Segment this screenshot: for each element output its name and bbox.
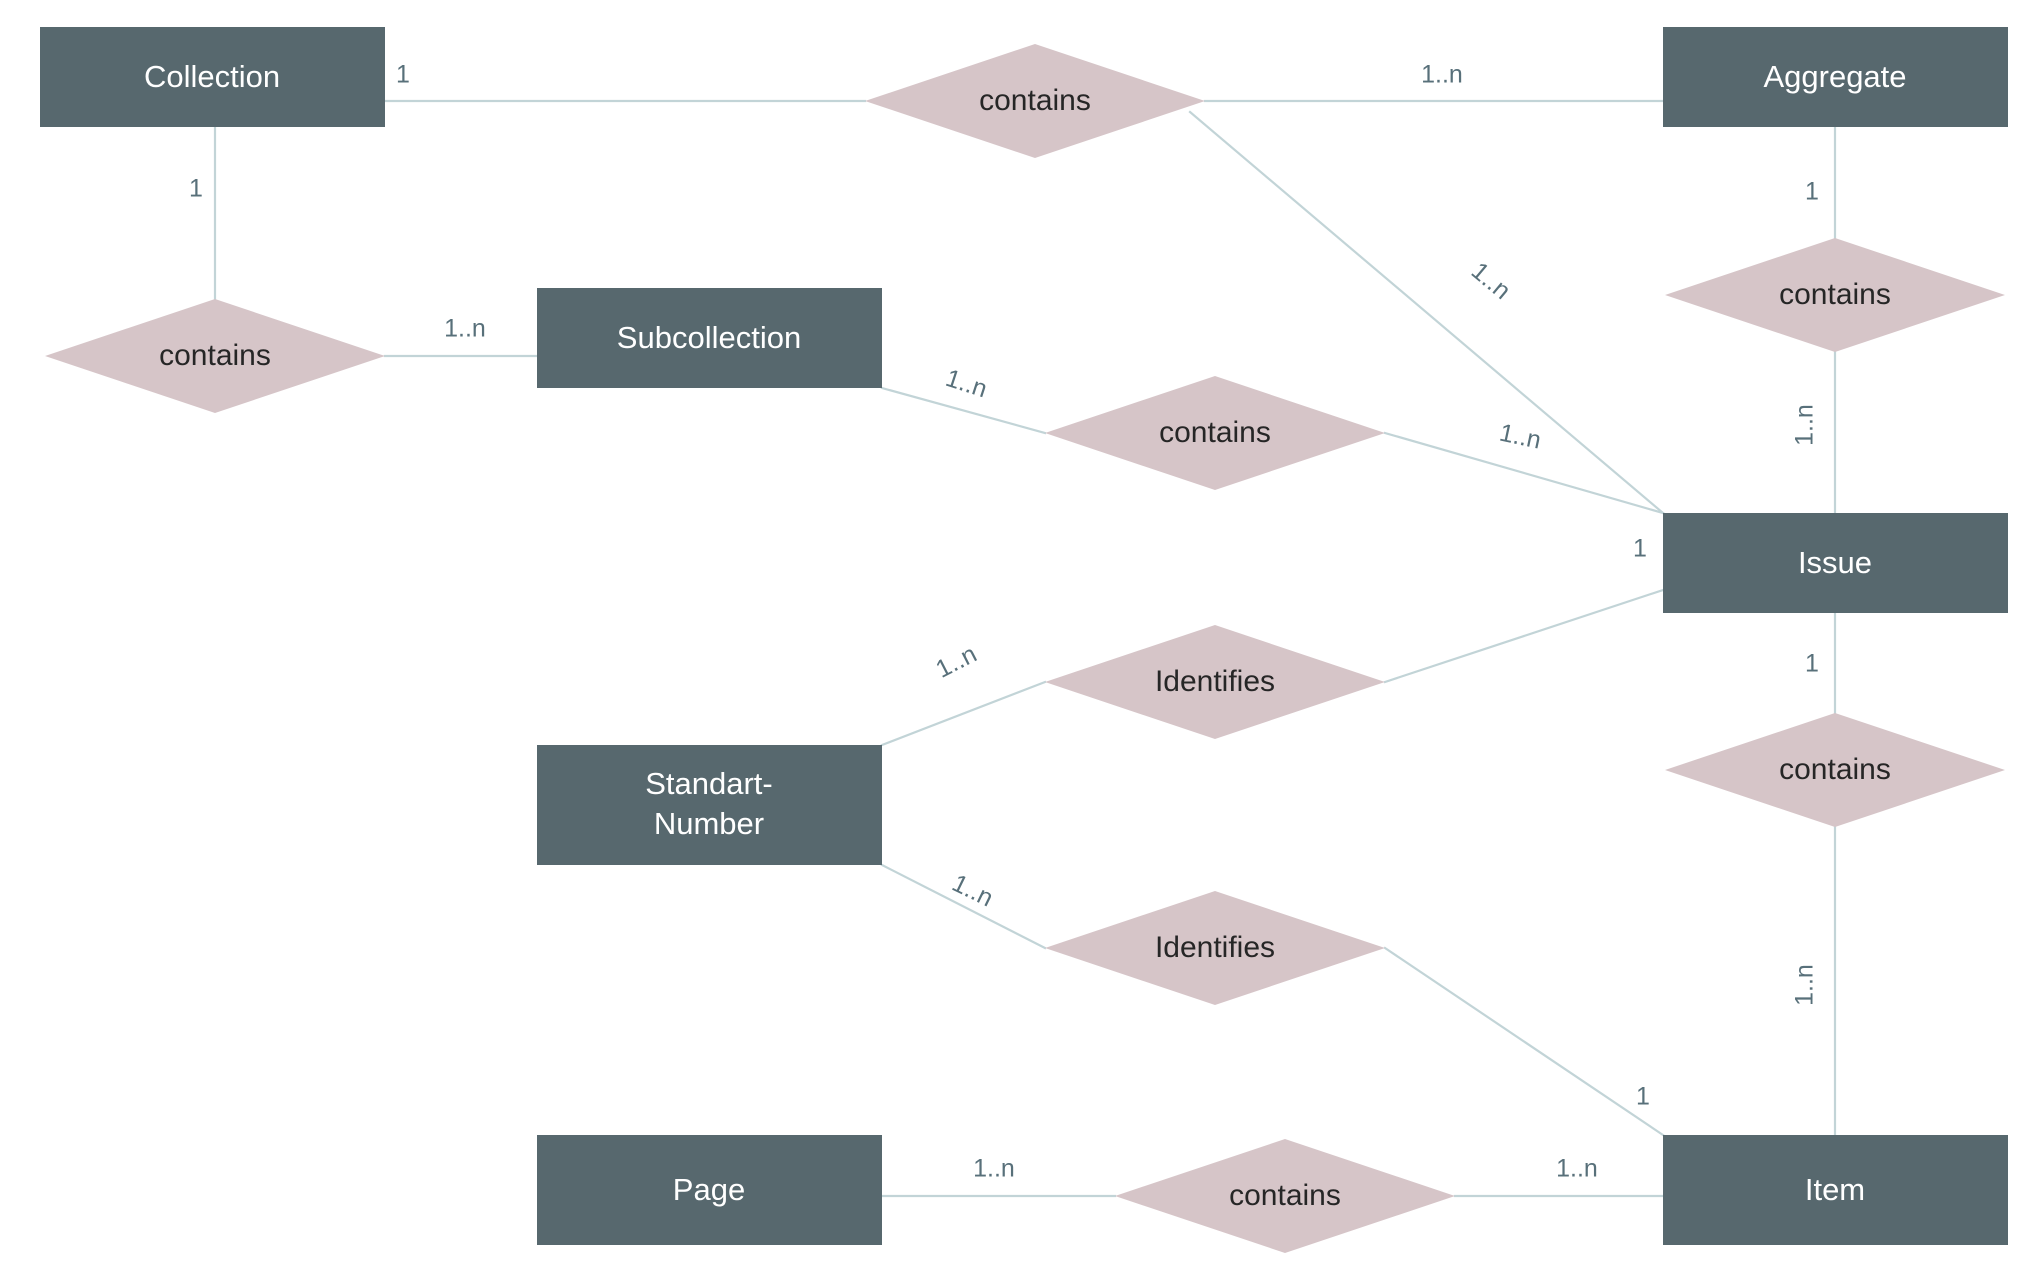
relationship-contains-page-item[interactable]: contains xyxy=(1115,1139,1455,1253)
relationship-label: contains xyxy=(1779,753,1891,786)
entity-label: Issue xyxy=(1798,545,1872,580)
edge-standartnumber-identifies-issue[interactable] xyxy=(880,680,1047,747)
entity-aggregate[interactable]: Aggregate xyxy=(1663,27,2008,127)
cardinality-label: 1..n xyxy=(1791,404,1819,446)
cardinality-label: 1..n xyxy=(931,640,981,684)
relationship-label: Identifies xyxy=(1155,665,1275,698)
edge-identifies-item[interactable] xyxy=(1383,946,1665,1137)
entity-label: Item xyxy=(1805,1172,1865,1207)
relationship-contains-aggregate-issue[interactable]: contains xyxy=(1665,238,2005,352)
cardinality-label: 1..n xyxy=(973,1155,1015,1183)
relationship-contains-collection-aggregate[interactable]: contains xyxy=(865,44,1205,158)
relationship-label: contains xyxy=(1159,416,1271,449)
entity-label-line1: Standart- xyxy=(645,766,773,801)
er-diagram-svg: contains contains contains contains Iden… xyxy=(40,27,2008,1253)
relationship-label: contains xyxy=(1229,1179,1341,1212)
relationship-label: Identifies xyxy=(1155,931,1275,964)
relationship-label: contains xyxy=(1779,278,1891,311)
cardinality-label: 1..n xyxy=(1791,964,1819,1006)
cardinality-label: 1..n xyxy=(948,869,998,912)
edge-layer xyxy=(213,99,1837,1198)
cardinality-label: 1..n xyxy=(1466,257,1516,305)
cardinality-label: 1 xyxy=(396,61,410,89)
entity-label: Page xyxy=(673,1172,745,1207)
entity-label-line2: Number xyxy=(654,806,764,841)
entity-label: Subcollection xyxy=(617,320,801,355)
cardinality-label: 1 xyxy=(1805,178,1819,206)
relationship-contains-subcollection-issue[interactable]: contains xyxy=(1045,376,1385,490)
entity-subcollection[interactable]: Subcollection xyxy=(537,288,882,388)
cardinality-layer: 1 1..n 1 1..n 1..n 1 1..n 1..n 1..n 1..n… xyxy=(189,61,1819,1183)
relationship-contains-collection-subcollection[interactable]: contains xyxy=(45,299,385,413)
relationship-layer: contains contains contains contains Iden… xyxy=(45,44,2005,1253)
er-diagram-canvas: contains contains contains contains Iden… xyxy=(0,0,2034,1284)
relationship-label: contains xyxy=(979,84,1091,117)
entity-issue[interactable]: Issue xyxy=(1663,513,2008,613)
cardinality-label: 1..n xyxy=(1556,1155,1598,1183)
cardinality-label: 1..n xyxy=(1421,61,1463,89)
relationship-label: contains xyxy=(159,339,271,372)
entity-page[interactable]: Page xyxy=(537,1135,882,1245)
cardinality-label: 1..n xyxy=(942,364,990,404)
relationship-contains-issue-item[interactable]: contains xyxy=(1665,713,2005,827)
entity-layer: Collection Aggregate Subcollection Issue… xyxy=(40,27,2008,1245)
entity-item[interactable]: Item xyxy=(1663,1135,2008,1245)
cardinality-label: 1 xyxy=(1805,650,1819,678)
entity-standart-number[interactable]: Standart- Number xyxy=(537,745,882,865)
entity-label: Aggregate xyxy=(1763,59,1906,94)
cardinality-label: 1 xyxy=(1633,535,1647,563)
cardinality-label: 1..n xyxy=(444,315,486,343)
cardinality-label: 1 xyxy=(1636,1083,1650,1111)
relationship-identifies-item[interactable]: Identifies xyxy=(1045,891,1385,1005)
relationship-identifies-issue[interactable]: Identifies xyxy=(1045,625,1385,739)
edge-identifies-issue[interactable] xyxy=(1383,588,1665,684)
entity-collection[interactable]: Collection xyxy=(40,27,385,127)
cardinality-label: 1 xyxy=(189,175,203,203)
entity-label: Collection xyxy=(144,59,280,94)
cardinality-label: 1..n xyxy=(1497,419,1544,455)
entity-box xyxy=(537,745,882,865)
